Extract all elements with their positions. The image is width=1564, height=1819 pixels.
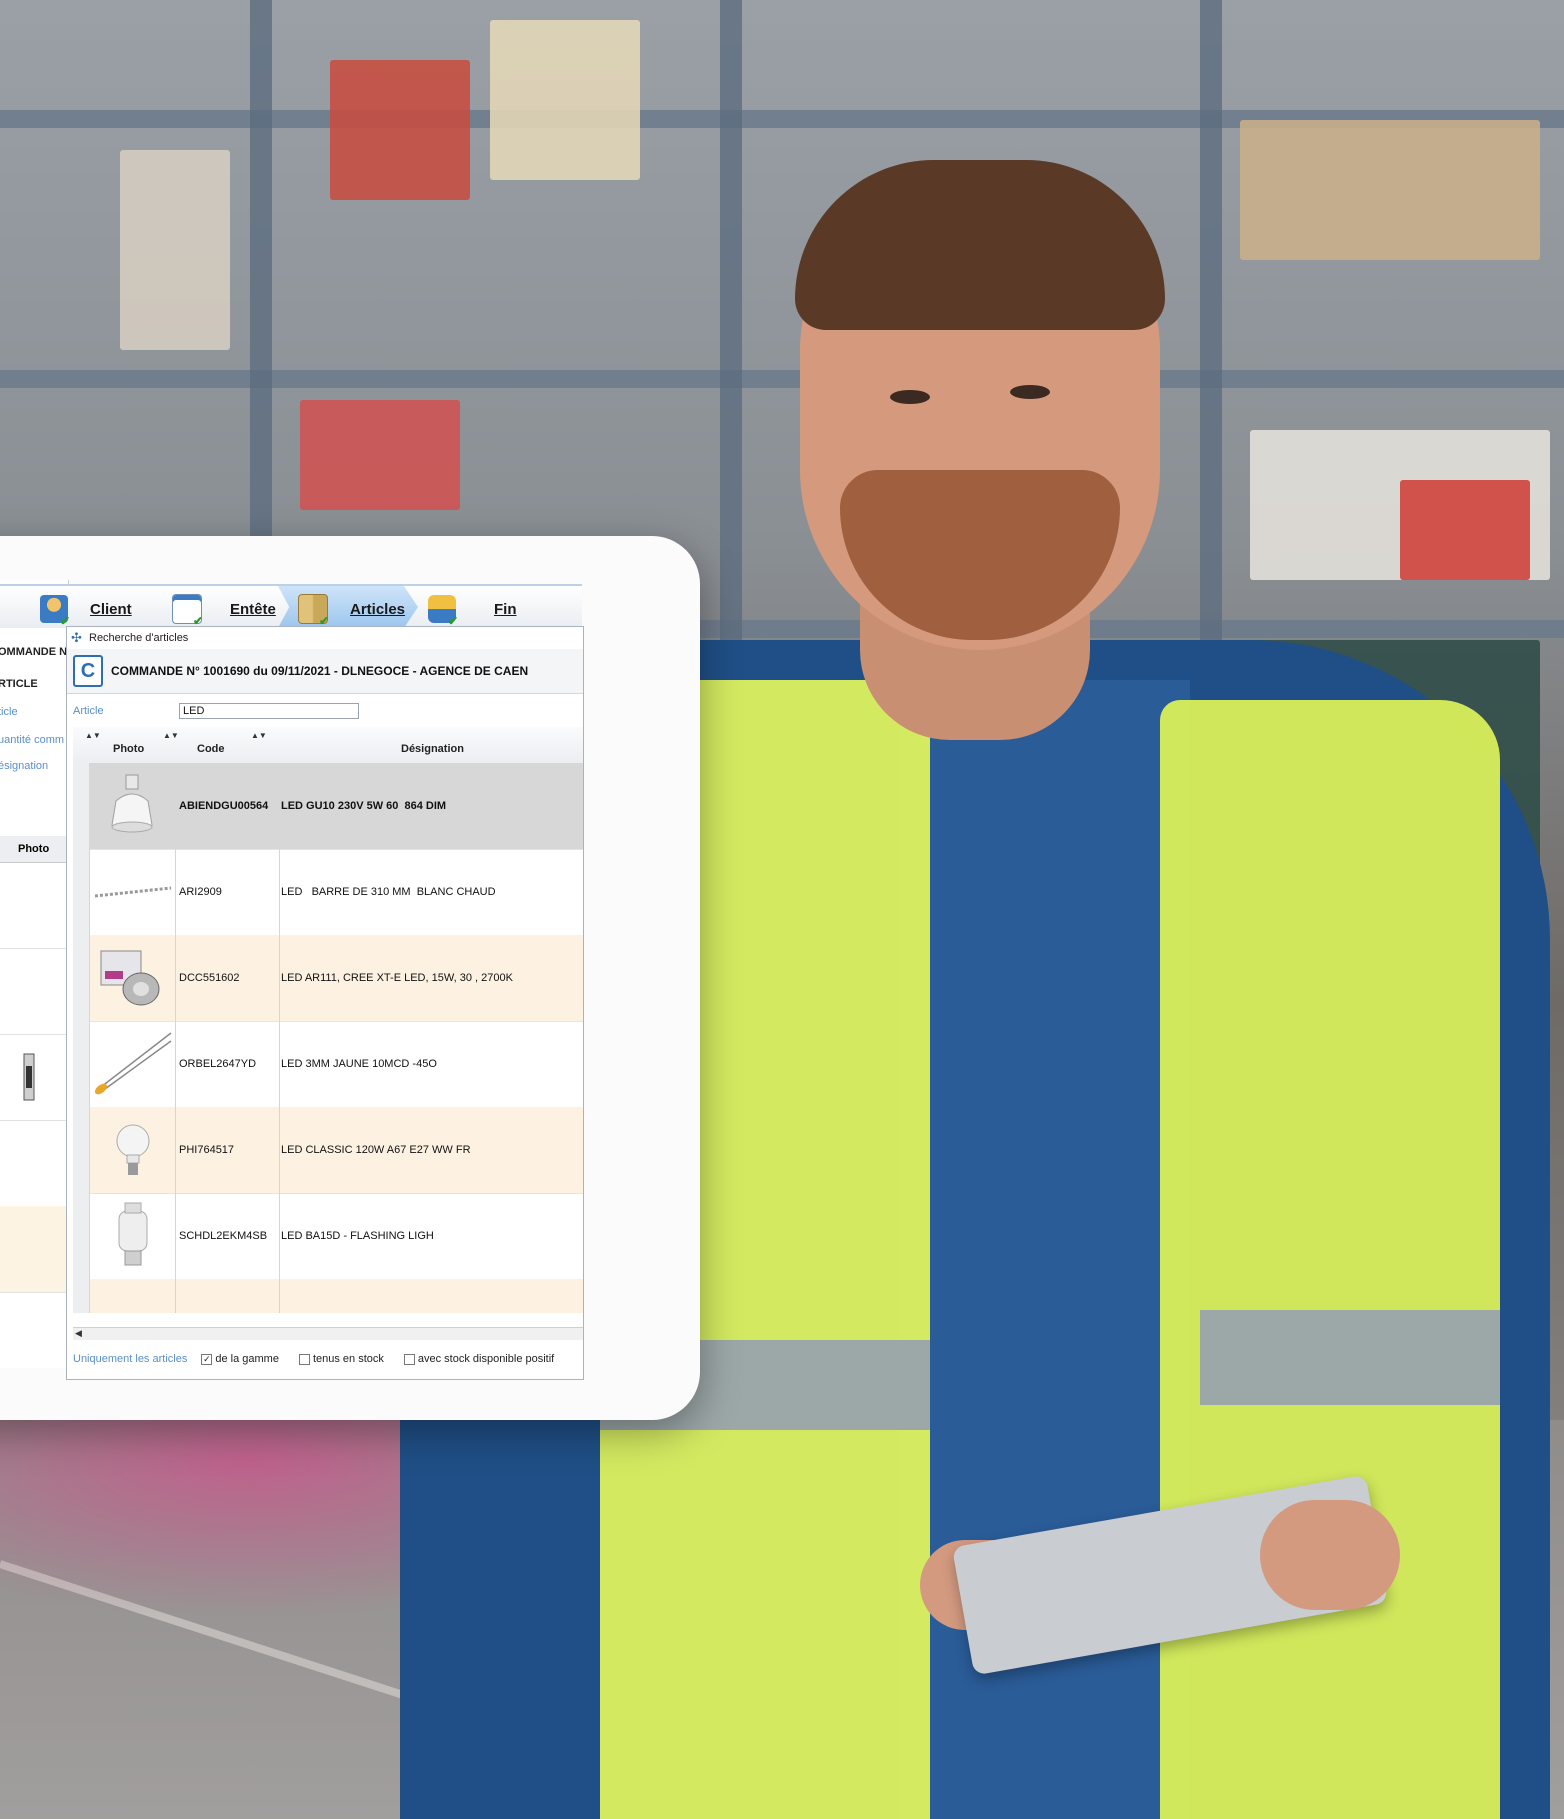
filter-label: Uniquement les articles [73, 1353, 188, 1365]
results-grid: ABIENDGU00564 LED GU10 230V 5W 60 864 DI… [73, 763, 583, 1313]
section-title-fragment: RTICLE [0, 678, 38, 690]
article-label-fragment: ticle [0, 706, 18, 718]
scroll-left-icon[interactable]: ◀ [75, 1328, 82, 1339]
checkbox-icon[interactable] [403, 1353, 415, 1365]
wizard-step-entete[interactable]: ✔ Entête [172, 594, 276, 627]
results-grid-header: ▲▼ ▲▼ ▲▼ Photo Code Désignation [73, 727, 583, 764]
wizard-step-fin[interactable]: ✔ Fin [428, 594, 517, 627]
checkbox-checked-icon[interactable]: ✓ [201, 1353, 213, 1365]
product-designation: LED 3MM JAUNE 10MCD -45O [281, 1058, 437, 1070]
product-photo [89, 935, 176, 1021]
client-icon: ✔ [40, 595, 70, 627]
table-row[interactable]: PHI764517 LED CLASSIC 120W A67 E27 WW FR [73, 1107, 583, 1194]
classic-bulb-thumbnail [116, 1124, 150, 1175]
product-photo [89, 1107, 176, 1193]
fan-icon: ✣ [71, 630, 82, 645]
wizard-step-articles[interactable]: ✔ Articles [298, 594, 405, 627]
product-designation: LED BARRE DE 310 MM BLANC CHAUD [281, 886, 496, 898]
sort-arrow-icon[interactable]: ▲▼ [251, 731, 267, 740]
order-window-back: C OMMANDE N RTICLE ticle uantité comm és… [0, 580, 69, 1368]
order-header-bar: C COMMANDE N° 1001690 du 09/11/2021 - DL… [67, 649, 583, 694]
header-form-icon: ✔ [172, 594, 203, 627]
product-code: PHI764517 [177, 1107, 280, 1193]
product-photo [89, 1193, 176, 1279]
product-designation: LED BA15D - FLASHING LIGH [281, 1230, 434, 1242]
table-row[interactable]: ABIENDGU00564 LED GU10 230V 5W 60 864 DI… [73, 763, 583, 850]
product-code: DCC551602 [177, 935, 280, 1021]
back-table-row[interactable] [0, 1206, 68, 1293]
back-table-row[interactable] [0, 1034, 68, 1121]
ba15d-indicator-thumbnail [118, 1202, 148, 1266]
table-row[interactable]: ARI2909 LED BARRE DE 310 MM BLANC CHAUD [73, 849, 583, 936]
checkbox-icon[interactable] [298, 1353, 310, 1365]
article-search-dialog: ✣ Recherche d'articles C COMMANDE N° 100… [66, 626, 584, 1380]
product-code: ARI2909 [177, 849, 280, 935]
gu10-bulb-thumbnail [111, 774, 153, 833]
article-search-input[interactable]: LED [179, 703, 359, 719]
product-code: ORBEL2647YD [177, 1021, 280, 1107]
column-header-photo[interactable]: Photo [113, 743, 144, 755]
back-table-row[interactable] [0, 948, 68, 1035]
fuse-thumbnail [23, 1053, 35, 1101]
sort-arrow-icon[interactable]: ▲▼ [85, 731, 101, 740]
filter-in-stock-checkbox[interactable]: tenus en stock [298, 1353, 384, 1365]
dialog-titlebar: ✣ Recherche d'articles [67, 627, 583, 649]
articles-icon: ✔ [298, 594, 329, 627]
filter-range-checkbox[interactable]: ✓ de la gamme [201, 1353, 279, 1365]
product-designation: LED AR111, CREE XT-E LED, 15W, 30 , 2700… [281, 972, 513, 984]
sort-arrow-icon[interactable]: ▲▼ [163, 731, 179, 740]
column-header-designation[interactable]: Désignation [401, 743, 464, 755]
app-logo-icon: C [73, 655, 103, 687]
product-photo [89, 849, 176, 935]
finish-truck-icon: ✔ [428, 595, 458, 627]
stock-filter-bar: Uniquement les articles ✓ de la gamme te… [67, 1339, 583, 1379]
order-header-text: COMMANDE N° 1001690 du 09/11/2021 - DLNE… [111, 664, 529, 678]
table-row[interactable]: DCC551602 LED AR111, CREE XT-E LED, 15W,… [73, 935, 583, 1022]
quantity-label-fragment: uantité comm [0, 734, 65, 746]
product-code: ABIENDGU00564 [177, 763, 280, 849]
designation-label-fragment: ésignation [0, 760, 49, 772]
ar111-lamp-thumbnail [100, 950, 160, 1006]
table-row[interactable] [73, 1279, 583, 1313]
back-table-row[interactable] [0, 1120, 68, 1207]
dialog-title: Recherche d'articles [89, 632, 189, 644]
filter-positive-stock-checkbox[interactable]: avec stock disponible positif [403, 1353, 554, 1365]
product-designation: LED GU10 230V 5W 60 864 DIM [281, 800, 447, 812]
3mm-led-thumbnail [94, 1032, 172, 1095]
product-designation: LED CLASSIC 120W A67 E27 WW FR [281, 1144, 471, 1156]
back-table-row[interactable] [0, 862, 68, 949]
product-photo [89, 1021, 176, 1107]
order-wizard-bar: ✔ Client ✔ Entête ✔ Articles ✔ Fin [0, 584, 582, 628]
article-filter-row: Article LED [67, 693, 583, 729]
article-label: Article [73, 705, 104, 717]
product-code: SCHDL2EKM4SB [177, 1193, 280, 1279]
table-row[interactable]: SCHDL2EKM4SB LED BA15D - FLASHING LIGH [73, 1193, 583, 1280]
product-photo [89, 763, 176, 849]
led-bar-thumbnail [94, 886, 172, 898]
wizard-step-client[interactable]: ✔ Client [40, 594, 132, 627]
photo-column-header: Photo [0, 836, 68, 863]
table-row[interactable]: ORBEL2647YD LED 3MM JAUNE 10MCD -45O [73, 1021, 583, 1108]
order-title-fragment: OMMANDE N [0, 646, 68, 658]
column-header-code[interactable]: Code [197, 743, 225, 755]
